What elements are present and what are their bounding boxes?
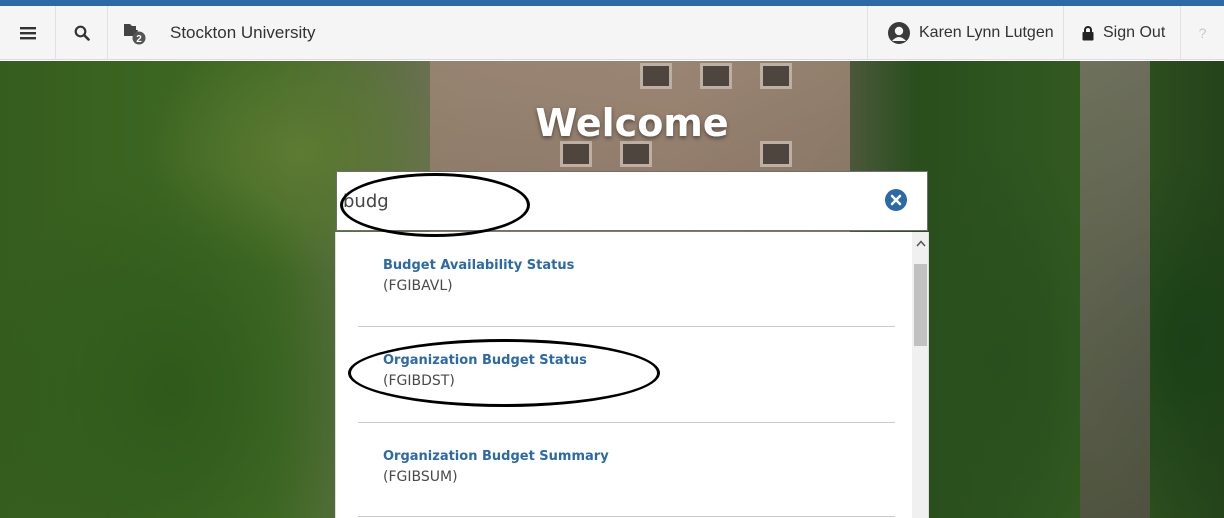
menu-button[interactable]: [0, 6, 56, 60]
close-circle-icon: [890, 194, 902, 206]
result-code: (FGIBSUM): [383, 469, 458, 485]
result-title[interactable]: Organization Budget Status: [383, 353, 587, 368]
result-code: (FGIBDST): [383, 373, 455, 389]
result-item[interactable]: Organization Budget Summary (FGIBSUM): [358, 423, 895, 517]
chevron-up-icon: [915, 239, 926, 246]
result-title[interactable]: Organization Budget Summary: [383, 449, 609, 464]
search-button[interactable]: [56, 6, 108, 60]
lock-icon: [1082, 25, 1094, 40]
recent-badge: 2: [136, 34, 142, 45]
sign-out-label: Sign Out: [1103, 24, 1166, 41]
top-header-bar: 2 Stockton University Karen Lynn Lutgen …: [0, 6, 1224, 60]
sign-out-button[interactable]: Sign Out: [1064, 6, 1181, 60]
search-results-dropdown: Budget Availability Status (FGIBAVL) Org…: [335, 232, 929, 518]
help-button[interactable]: ?: [1181, 6, 1224, 60]
results-scrollbar[interactable]: [912, 232, 928, 518]
result-item[interactable]: Organization Budget Status (FGIBDST): [358, 327, 895, 422]
search-input[interactable]: [343, 172, 863, 230]
clear-search-button[interactable]: [885, 189, 907, 211]
recent-items-button[interactable]: 2: [108, 6, 160, 60]
scroll-thumb[interactable]: [914, 264, 927, 346]
result-code: (FGIBAVL): [383, 278, 453, 294]
app-title: Stockton University: [170, 23, 316, 42]
welcome-heading: Welcome: [535, 101, 729, 145]
search-icon: [74, 25, 90, 41]
user-menu[interactable]: Karen Lynn Lutgen: [867, 6, 1064, 60]
user-avatar-icon: [888, 22, 910, 44]
scroll-up-button[interactable]: [912, 232, 928, 254]
hamburger-menu-icon: [19, 27, 36, 40]
search-box: [336, 171, 928, 231]
result-title[interactable]: Budget Availability Status: [383, 258, 574, 273]
user-name: Karen Lynn Lutgen: [919, 24, 1054, 41]
folder-recent-icon: 2: [124, 24, 146, 45]
result-divider: [358, 516, 895, 517]
result-item[interactable]: Budget Availability Status (FGIBAVL): [358, 232, 895, 326]
